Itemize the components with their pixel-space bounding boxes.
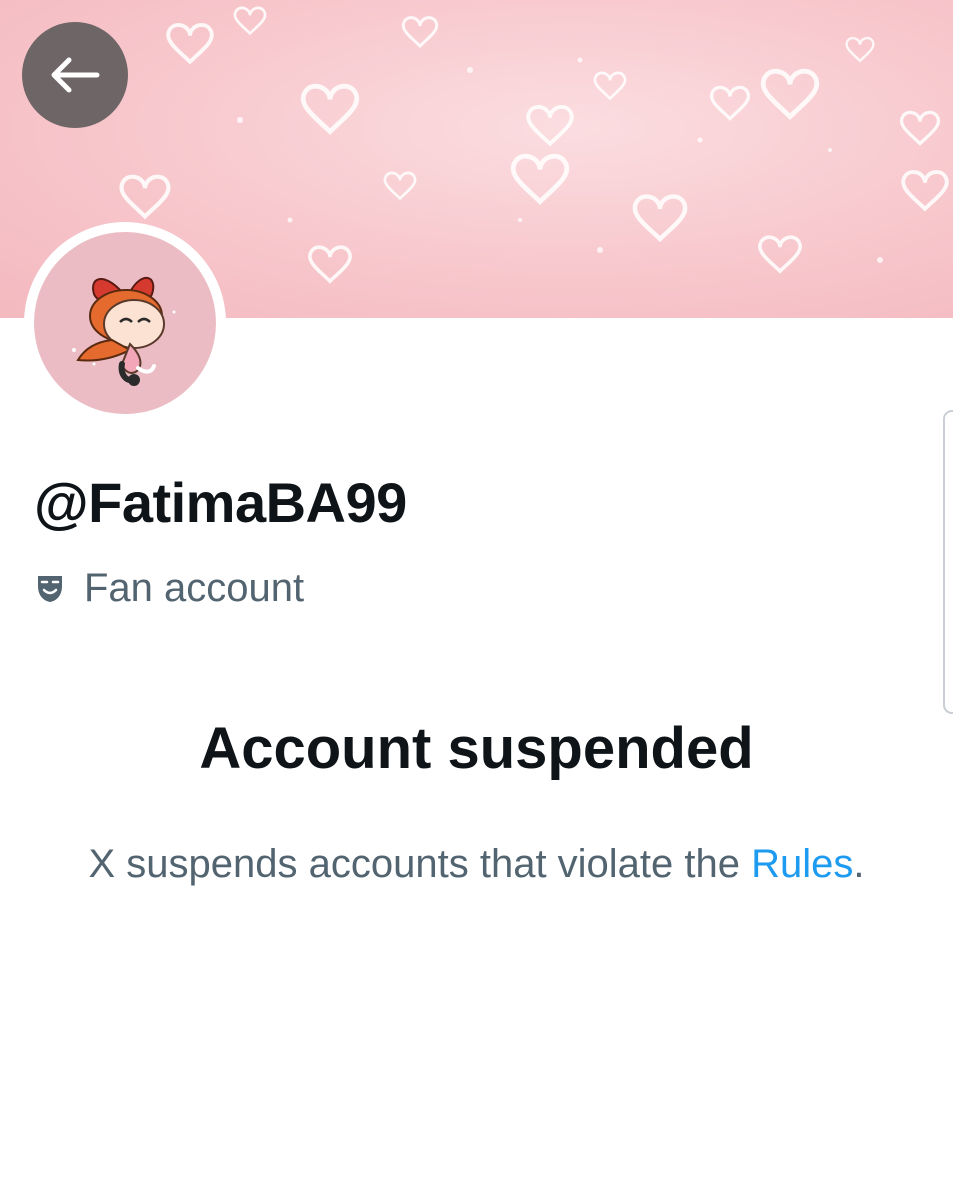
profile-page: @FatimaBA99 Fan account Account suspende… [0,0,953,1200]
suspension-message-end: . [853,842,865,886]
scrollbar-handle[interactable] [943,410,953,714]
suspension-title: Account suspended [199,716,754,781]
drama-masks-icon [38,576,62,602]
avatar-character-illustration [72,277,176,386]
profile-label: Fan account [34,562,304,614]
suspension-message: X suspends accounts that violate the Rul… [60,835,893,893]
suspension-message-text: X suspends accounts that violate the [88,842,752,886]
avatar[interactable] [34,232,216,414]
rules-link[interactable]: Rules [751,842,853,886]
arrow-left-icon [51,57,100,93]
profile-handle: @FatimaBA99 [34,471,407,534]
back-button[interactable] [22,22,128,128]
profile-label-text: Fan account [84,565,305,610]
